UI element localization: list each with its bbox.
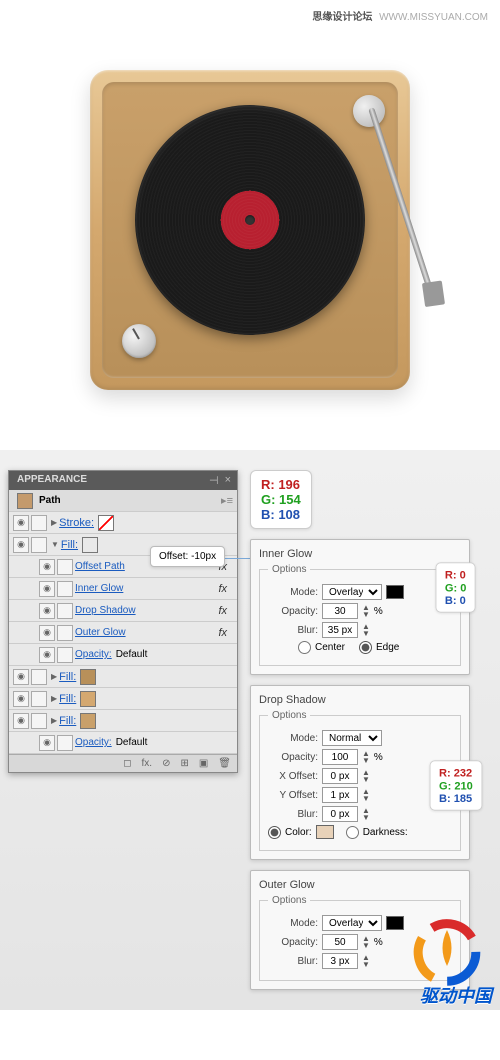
- new-art-icon[interactable]: ◻: [123, 758, 131, 769]
- fill-row-2[interactable]: ◉ ▶ Fill:: [9, 666, 237, 688]
- illustration-section: 思缘设计论坛 WWW.MISSYUAN.COM: [0, 0, 500, 450]
- tonearm: [368, 107, 436, 299]
- panel-title: Inner Glow: [259, 548, 461, 560]
- path-row[interactable]: Path ▸≡: [9, 490, 237, 512]
- visibility-icon[interactable]: ◉: [13, 537, 29, 553]
- inner-glow-panel: Inner Glow Options Mode: Overlay Opacity…: [250, 539, 470, 675]
- panels-section: APPEARANCE ⊣ × Path ▸≡ ◉ ▶ Stroke: ◉ ▼ F…: [0, 450, 500, 1010]
- opacity-value: Default: [116, 649, 148, 660]
- turntable-illustration: [90, 70, 410, 390]
- fill-swatch[interactable]: [80, 669, 96, 685]
- panel-header[interactable]: APPEARANCE ⊣ ×: [9, 471, 237, 490]
- visibility-icon[interactable]: ◉: [39, 581, 55, 597]
- stroke-swatch[interactable]: [98, 515, 114, 531]
- path-swatch: [17, 493, 33, 509]
- offset-callout: Offset: -10px: [150, 546, 225, 567]
- visibility-icon[interactable]: ◉: [13, 713, 29, 729]
- panel-title: Drop Shadow: [259, 694, 461, 706]
- collapse-icon[interactable]: ▼: [51, 540, 59, 549]
- color-swatch[interactable]: [316, 825, 334, 839]
- offset-path-link[interactable]: Offset Path: [75, 561, 125, 572]
- color-swatch[interactable]: [386, 585, 404, 599]
- duplicate-icon[interactable]: ⊞: [180, 758, 188, 769]
- path-label: Path: [37, 495, 221, 506]
- rgb-callout-2: R: 0 G: 0 B: 0: [435, 562, 475, 612]
- drop-shadow-link[interactable]: Drop Shadow: [75, 605, 136, 616]
- opacity-row[interactable]: ◉ Opacity: Default: [9, 644, 237, 666]
- brand-text: 驱动中国: [420, 982, 492, 1008]
- vinyl-record: [135, 105, 365, 335]
- visibility-icon[interactable]: ◉: [39, 625, 55, 641]
- watermark: 思缘设计论坛 WWW.MISSYUAN.COM: [312, 8, 488, 23]
- flyout-menu-icon[interactable]: ▸≡: [221, 494, 233, 507]
- inner-glow-link[interactable]: Inner Glow: [75, 583, 123, 594]
- panel-title: Outer Glow: [259, 879, 461, 891]
- fill-swatch[interactable]: [80, 691, 96, 707]
- expand-icon[interactable]: ▶: [51, 518, 57, 527]
- panel-collapse-icon[interactable]: ⊣: [209, 474, 219, 487]
- volume-knob: [122, 324, 156, 358]
- edge-radio[interactable]: [359, 641, 372, 654]
- opacity-label: Opacity:: [75, 649, 112, 660]
- drop-shadow-panel: Drop Shadow Options Mode: Normal Opacity…: [250, 685, 470, 860]
- blur-input[interactable]: [322, 953, 358, 969]
- watermark-url: WWW.MISSYUAN.COM: [379, 12, 488, 23]
- drop-shadow-row[interactable]: ◉ Drop Shadow fx: [9, 600, 237, 622]
- trash-icon[interactable]: 🗑: [218, 758, 231, 769]
- visibility-icon[interactable]: ◉: [39, 647, 55, 663]
- opacity-input[interactable]: [322, 934, 358, 950]
- fill-row-4[interactable]: ◉ ▶ Fill:: [9, 710, 237, 732]
- blur-input[interactable]: [322, 806, 358, 822]
- lock-slot[interactable]: [31, 515, 47, 531]
- outer-glow-link[interactable]: Outer Glow: [75, 627, 126, 638]
- mode-select[interactable]: Normal: [322, 730, 382, 746]
- rgb-callout-1: R: 196 G: 154 B: 108: [250, 470, 312, 529]
- inner-glow-row[interactable]: ◉ Inner Glow fx: [9, 578, 237, 600]
- fill-swatch[interactable]: [80, 713, 96, 729]
- clear-icon[interactable]: ⊘: [162, 758, 170, 769]
- blur-input[interactable]: [322, 622, 358, 638]
- visibility-icon[interactable]: ◉: [39, 735, 55, 751]
- panel-close-icon[interactable]: ×: [225, 474, 231, 487]
- lock-slot[interactable]: [31, 537, 47, 553]
- x-offset-input[interactable]: [322, 768, 358, 784]
- panel-title: APPEARANCE: [9, 471, 95, 488]
- visibility-icon[interactable]: ◉: [13, 515, 29, 531]
- fill-swatch[interactable]: [82, 537, 98, 553]
- fx-icon: fx: [218, 583, 227, 595]
- fill-label: Fill:: [61, 539, 78, 551]
- stroke-row[interactable]: ◉ ▶ Stroke:: [9, 512, 237, 534]
- fx-icon: fx: [218, 605, 227, 617]
- panel-footer: ◻ fx. ⊘ ⊞ ▣ 🗑: [9, 754, 237, 772]
- outer-glow-row[interactable]: ◉ Outer Glow fx: [9, 622, 237, 644]
- y-offset-input[interactable]: [322, 787, 358, 803]
- new-icon[interactable]: ▣: [199, 758, 208, 769]
- watermark-chinese: 思缘设计论坛: [312, 12, 372, 23]
- mode-select[interactable]: Overlay: [322, 584, 382, 600]
- fx-button-icon[interactable]: fx.: [142, 758, 153, 769]
- color-radio[interactable]: [268, 826, 281, 839]
- opacity-row-bottom[interactable]: ◉ Opacity: Default: [9, 732, 237, 754]
- opacity-input[interactable]: [322, 749, 358, 765]
- mode-select[interactable]: Overlay: [322, 915, 382, 931]
- center-radio[interactable]: [298, 641, 311, 654]
- visibility-icon[interactable]: ◉: [13, 669, 29, 685]
- fill-row-3[interactable]: ◉ ▶ Fill:: [9, 688, 237, 710]
- stroke-label: Stroke:: [59, 517, 94, 529]
- darkness-radio[interactable]: [346, 826, 359, 839]
- visibility-icon[interactable]: ◉: [39, 559, 55, 575]
- visibility-icon[interactable]: ◉: [13, 691, 29, 707]
- fx-icon: fx: [218, 627, 227, 639]
- visibility-icon[interactable]: ◉: [39, 603, 55, 619]
- appearance-panel: APPEARANCE ⊣ × Path ▸≡ ◉ ▶ Stroke: ◉ ▼ F…: [8, 470, 238, 773]
- opacity-input[interactable]: [322, 603, 358, 619]
- rgb-callout-3: R: 232 G: 210 B: 185: [430, 760, 482, 810]
